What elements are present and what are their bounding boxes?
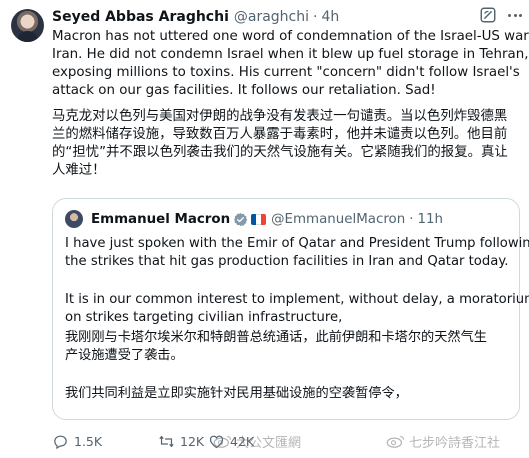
more-icon[interactable] bbox=[506, 6, 524, 24]
flag-icon bbox=[251, 213, 267, 225]
quote-paragraph-3: 我刚刚与卡塔尔埃米尔和特朗普总统通话，此前伊朗和卡塔尔的天然气生 产设施遭受了袭… bbox=[65, 329, 517, 365]
grok-icon[interactable] bbox=[479, 6, 497, 24]
reply-count: 1.5K bbox=[74, 433, 103, 449]
timestamp[interactable]: 4h bbox=[321, 9, 339, 25]
watermark-left: 大公文匯網 bbox=[213, 430, 301, 452]
text-line: 马克龙对以色列与美国对伊朗的战争没有发表过一句谴责。当以色列炸毁德黑 bbox=[52, 109, 508, 124]
text-line: 人难过！ bbox=[52, 163, 106, 178]
weibo-logo-icon bbox=[386, 435, 405, 448]
text-line: It is in our common interest to implemen… bbox=[65, 292, 529, 307]
text-line: 我刚刚与卡塔尔埃米尔和特朗普总统通话，此前伊朗和卡塔尔的天然气生 bbox=[65, 330, 487, 345]
quoted-tweet[interactable]: Emmanuel Macron @EmmanuelMacron · 11h I … bbox=[52, 198, 529, 420]
quote-paragraph-2: It is in our common interest to implemen… bbox=[65, 291, 529, 327]
text-line: Macron has not uttered one word of conde… bbox=[52, 29, 529, 44]
quote-paragraph-1: I have just spoken with the Emir of Qata… bbox=[65, 235, 529, 271]
reply-button[interactable]: 1.5K bbox=[52, 431, 102, 451]
text-line: on strikes targeting civilian infrastruc… bbox=[65, 310, 343, 325]
text-line: 我们共同利益是立即实施针对民用基础设施的空袭暂停令， bbox=[65, 386, 408, 401]
watermark-right-text: 七步吟詩香江社 bbox=[409, 435, 501, 451]
text-line: Iran. He did not condemn Israel when it … bbox=[52, 47, 529, 62]
text-line: the strikes that hit gas production faci… bbox=[65, 254, 509, 269]
separator-dot: · bbox=[409, 211, 414, 227]
watermark-right: 七步吟詩香江社 bbox=[386, 430, 500, 452]
text-line: I have just spoken with the Emir of Qata… bbox=[65, 236, 529, 251]
separator-dot: · bbox=[313, 9, 318, 25]
author-name[interactable]: Seyed Abbas Araghchi bbox=[52, 9, 229, 25]
tweet-text-english: Macron has not uttered one word of conde… bbox=[52, 28, 529, 100]
tweet-header: Seyed Abbas Araghchi @araghchi · 4h bbox=[52, 7, 339, 27]
text-line: attack on our gas facilities. It follows… bbox=[52, 83, 436, 98]
author-handle[interactable]: @araghchi bbox=[234, 9, 309, 25]
verified-icon bbox=[233, 212, 248, 227]
quote-timestamp[interactable]: 11h bbox=[417, 212, 443, 227]
reply-icon bbox=[54, 435, 67, 449]
tweet-text-chinese: 马克龙对以色列与美国对伊朗的战争没有发表过一句谴责。当以色列炸毁德黑 兰的燃料储… bbox=[52, 108, 524, 180]
text-line: 的“担忧”并不跟以色列袭击我们的天然气设施有关。它紧随我们的报复。真让 bbox=[52, 145, 508, 160]
quote-paragraph-4: 我们共同利益是立即实施针对民用基础设施的空袭暂停令， bbox=[65, 385, 517, 403]
quote-author-name[interactable]: Emmanuel Macron bbox=[91, 212, 230, 227]
quote-header: Emmanuel Macron @EmmanuelMacron · 11h bbox=[91, 209, 443, 229]
text-line: exposing millions to toxins. His current… bbox=[52, 65, 520, 80]
weibo-logo-icon bbox=[213, 435, 232, 448]
avatar[interactable] bbox=[11, 9, 44, 42]
repost-count: 12K bbox=[180, 433, 205, 449]
text-line: 兰的燃料储存设施，导致数百万人暴露于毒素时，他并未谴责以色列。他目前 bbox=[52, 127, 508, 142]
repost-icon bbox=[159, 435, 174, 447]
quote-avatar[interactable] bbox=[65, 210, 83, 228]
tweet[interactable]: Seyed Abbas Araghchi @araghchi · 4h Macr… bbox=[0, 0, 529, 458]
text-line: 产设施遭受了袭击。 bbox=[65, 348, 184, 363]
watermark-left-text: 大公文匯網 bbox=[236, 435, 302, 451]
quote-author-handle[interactable]: @EmmanuelMacron bbox=[271, 212, 405, 227]
repost-button[interactable]: 12K bbox=[158, 431, 204, 451]
